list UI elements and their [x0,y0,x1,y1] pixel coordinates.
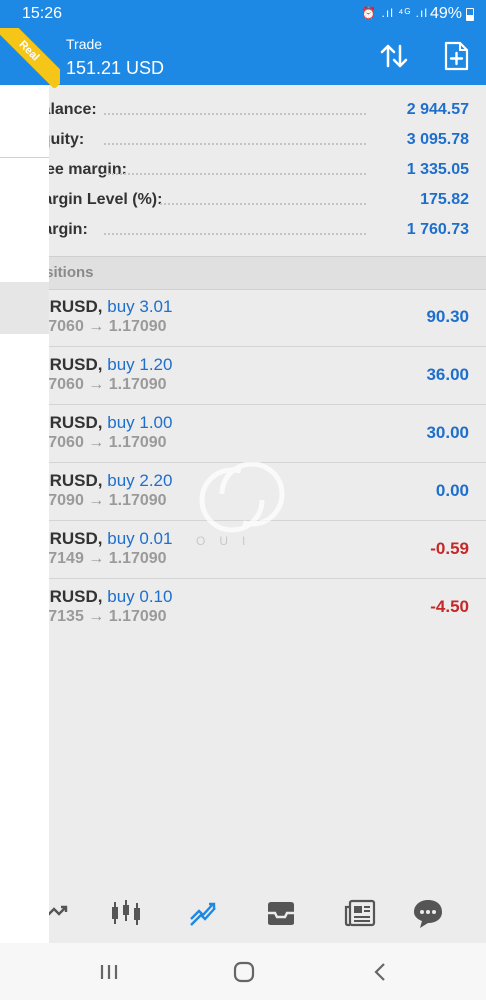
position-row[interactable]: EURUSD, buy 0.10 1.17135 → 1.17090 -4.50 [0,578,486,636]
nav-history[interactable] [263,897,299,929]
app-bar: Trade 151.21 USD [0,28,486,85]
position-side: buy 2.20 [107,471,173,490]
recent-apps-button[interactable] [96,959,122,985]
position-profit: 90.30 [426,307,469,326]
position-side: buy 1.00 [107,413,173,432]
margin-level-label: Margin Level (%): [30,191,163,208]
home-icon [233,961,255,983]
sort-button[interactable] [376,38,412,74]
margin-level-row: Margin Level (%): 175.82 [0,185,486,215]
recent-apps-icon [100,965,118,979]
trade-icon [190,902,216,926]
position-profit: -4.50 [430,597,469,616]
positions-section-header: Positions [0,256,486,290]
position-profit: 30.00 [426,423,469,442]
nav-chart[interactable] [108,897,144,929]
balance-value: 2 944.57 [406,101,469,118]
home-button[interactable] [231,959,257,985]
dot-leader [104,233,366,235]
position-profit: 0.00 [435,481,469,500]
side-drawer[interactable] [0,85,49,943]
status-indicator-icons: ⏰ .ıl ⁴ᴳ .ıl [361,6,428,20]
back-icon [374,963,385,981]
dot-leader [104,113,366,115]
position-row[interactable]: EURUSD, buy 1.00 1.17060 → 1.17090 30.00 [0,404,486,463]
free-margin-row: Free margin: 1 335.05 [0,155,486,185]
nav-messages[interactable] [410,897,446,929]
nav-trade[interactable] [186,897,222,929]
position-row[interactable]: EURUSD, buy 3.01 1.17060 → 1.17090 90.30 [0,288,486,347]
equity-value: 3 095.78 [406,131,469,148]
margin-level-value: 175.82 [420,191,469,208]
battery-icon [466,8,474,21]
position-profit: 36.00 [426,365,469,384]
back-button[interactable] [368,959,394,985]
page-title: Trade [66,36,103,52]
drawer-divider [0,157,49,158]
dot-leader [104,173,366,175]
bottom-navigation [0,885,486,943]
nav-news[interactable] [342,897,378,929]
balance-row: Balance: 2 944.57 [0,95,486,125]
history-icon [268,902,294,925]
news-icon [344,899,376,927]
position-row[interactable]: EURUSD, buy 1.20 1.17060 → 1.17090 36.00 [0,346,486,405]
dot-leader [160,203,366,205]
margin-row: Margin: 1 760.73 [0,215,486,245]
watermark-logo: OUI [190,461,300,552]
position-side: buy 1.20 [107,355,173,374]
status-time: 15:26 [22,5,63,22]
margin-value: 1 760.73 [406,221,469,238]
position-profit: -0.59 [430,539,469,558]
position-side: buy 0.01 [107,529,173,548]
position-side: buy 3.01 [107,297,173,316]
messages-icon [414,900,442,928]
new-document-icon [444,41,469,71]
battery-percent: 49% [429,5,462,22]
system-navigation-bar [0,943,486,1000]
account-type-label: Real [0,28,60,88]
total-profit: 151.21 USD [66,58,165,78]
new-order-button[interactable] [438,38,474,74]
watermark-text: OUI [196,534,260,548]
drawer-selected-item[interactable] [0,282,49,334]
account-type-badge: Real [0,28,60,88]
watermark-circle-icon [199,461,285,533]
dot-leader [104,143,366,145]
status-bar: 15:26 ⏰ .ıl ⁴ᴳ .ıl 49% [0,0,486,28]
sort-arrows-icon [380,44,408,68]
equity-row: Equity: 3 095.78 [0,125,486,155]
free-margin-value: 1 335.05 [406,161,469,178]
chart-icon [112,900,140,925]
position-side: buy 0.10 [107,587,173,606]
